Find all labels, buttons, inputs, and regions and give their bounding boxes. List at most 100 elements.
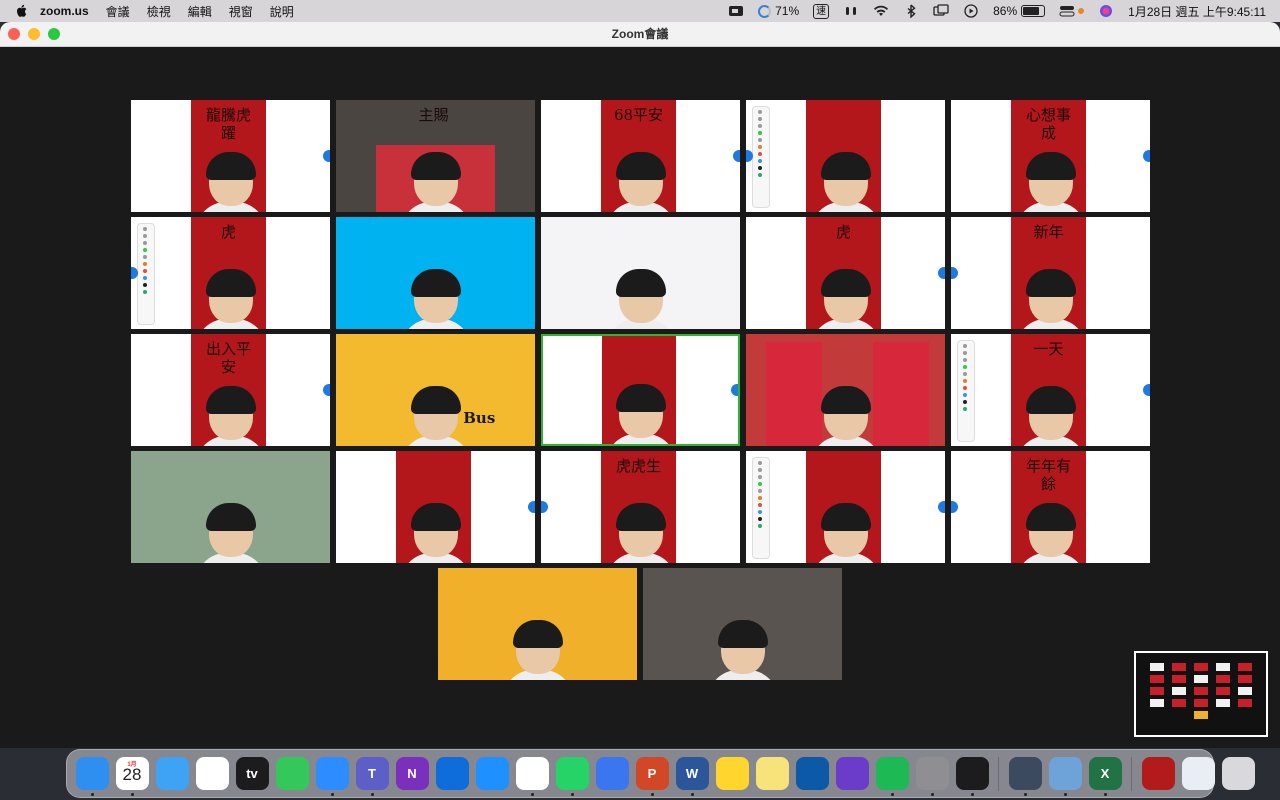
airpods-icon[interactable] [843,4,859,18]
running-indicator [1103,793,1107,796]
video-tile[interactable] [746,100,945,212]
cpu-monitor[interactable]: 71% [758,4,799,18]
word-icon[interactable]: W [675,757,709,796]
teams-icon[interactable]: T [355,757,389,796]
share-arrow-icon[interactable] [938,501,945,513]
video-tile[interactable] [746,334,945,446]
zoom-meeting-window: Zoom會議 龍騰虎躍 主賜 68平安 心想事成虎 虎 新年 出入平安 Bus 一天 虎虎生 年年有… [0,22,1280,748]
fullscreen-window-button[interactable] [48,28,60,40]
running-indicator [890,793,894,796]
flutter-lite-icon[interactable] [795,757,829,790]
video-tile[interactable] [336,217,535,329]
trash-icon[interactable] [1221,757,1255,790]
imovie-icon[interactable] [835,757,869,790]
share-arrow-icon[interactable] [541,501,548,513]
menu-app-name[interactable]: zoom.us [40,4,89,18]
battery-status[interactable]: 86% [993,4,1046,18]
video-tile[interactable]: 心想事成 [951,100,1150,212]
spotify-icon[interactable] [875,757,909,796]
video-tile[interactable]: 一天 [951,334,1150,446]
tile-handwritten-text: 心想事成 [1025,106,1071,142]
photos-icon[interactable] [195,757,229,790]
share-arrow-icon[interactable] [733,150,740,162]
menubar-clock[interactable]: 1月28日 週五 上午9:45:11 [1128,3,1266,20]
share-arrow-icon[interactable] [731,384,738,396]
finder-icon[interactable] [75,757,109,796]
activity-monitor-icon[interactable] [955,757,989,796]
share-arrow-icon[interactable] [1143,384,1150,396]
mail-icon[interactable] [155,757,189,790]
close-window-button[interactable] [8,28,20,40]
video-tile[interactable]: 虎虎生 [541,451,740,563]
signal-icon[interactable] [595,757,629,790]
stickies-icon[interactable] [755,757,789,790]
share-arrow-icon[interactable] [528,501,535,513]
preview-icon[interactable] [1048,757,1082,796]
dock-separator [998,756,999,791]
screen-mirroring-icon[interactable] [933,4,949,18]
cpu-percent: 71% [775,4,800,18]
window-titlebar[interactable]: Zoom會議 [0,22,1280,47]
menu-edit[interactable]: 編輯 [188,3,212,20]
control-center[interactable] [1059,4,1085,18]
menu-view[interactable]: 檢視 [147,3,171,20]
menu-meeting[interactable]: 會議 [106,3,130,20]
menu-help[interactable]: 說明 [270,3,294,20]
zoom-icon[interactable] [315,757,349,796]
share-arrow-icon[interactable] [938,267,945,279]
input-method-indicator[interactable]: 速 [813,3,830,19]
safari-icon[interactable] [475,757,509,790]
onenote-icon[interactable]: N [395,757,429,790]
video-tile[interactable]: 虎 [131,217,330,329]
video-tile[interactable] [746,451,945,563]
video-tile[interactable]: 68平安 [541,100,740,212]
video-tile[interactable]: Bus [336,334,535,446]
share-arrow-icon[interactable] [1143,150,1150,162]
share-arrow-icon[interactable] [323,384,330,396]
video-tile[interactable] [643,568,842,680]
self-view-thumbnail[interactable] [1134,651,1268,737]
video-tile[interactable]: 主賜 [336,100,535,212]
video-tile[interactable]: 出入平安 [131,334,330,446]
bluetooth-icon[interactable] [903,4,919,18]
facetime-icon[interactable] [275,757,309,790]
share-arrow-icon[interactable] [951,267,958,279]
screenshot-folder-icon[interactable] [1141,757,1175,790]
onedrive-icon[interactable] [435,757,469,790]
video-camera-icon[interactable] [728,4,744,18]
now-playing-icon[interactable] [963,4,979,18]
excel-icon[interactable]: X [1088,757,1122,796]
wifi-icon[interactable] [873,4,889,18]
powerpoint-icon[interactable]: P [635,757,669,796]
whiteboard-toolbar[interactable] [957,340,975,442]
video-tile[interactable]: 虎 [746,217,945,329]
chrome-icon[interactable] [515,757,549,796]
share-arrow-icon[interactable] [323,150,330,162]
share-arrow-icon[interactable] [951,501,958,513]
zoom-window-icon[interactable] [1181,757,1215,790]
whiteboard-toolbar[interactable] [752,106,770,208]
whatsapp-icon[interactable] [555,757,589,796]
video-tile[interactable]: 龍騰虎躍 [131,100,330,212]
siri-icon[interactable] [1098,4,1114,18]
participant-video [605,503,676,563]
video-tile[interactable]: 年年有餘 [951,451,1150,563]
video-tile[interactable]: 新年 [951,217,1150,329]
notes-icon[interactable] [715,757,749,790]
apple-tv-icon[interactable]: tv [235,757,269,790]
whiteboard-toolbar[interactable] [137,223,155,325]
video-tile[interactable] [541,334,740,446]
thumbnail-tile [1216,663,1230,671]
whiteboard-toolbar[interactable] [752,457,770,559]
tile-handwritten-text: 虎 [220,223,236,241]
calendar-icon[interactable]: 1月 28 [115,757,149,796]
video-tile[interactable] [541,217,740,329]
menu-window[interactable]: 視窗 [229,3,253,20]
video-tile[interactable] [131,451,330,563]
apple-menu-icon[interactable] [14,3,30,19]
minimize-window-button[interactable] [28,28,40,40]
video-tile[interactable] [438,568,637,680]
video-tile[interactable] [336,451,535,563]
system-preferences-icon[interactable] [915,757,949,796]
quicktime-icon[interactable] [1008,757,1042,796]
